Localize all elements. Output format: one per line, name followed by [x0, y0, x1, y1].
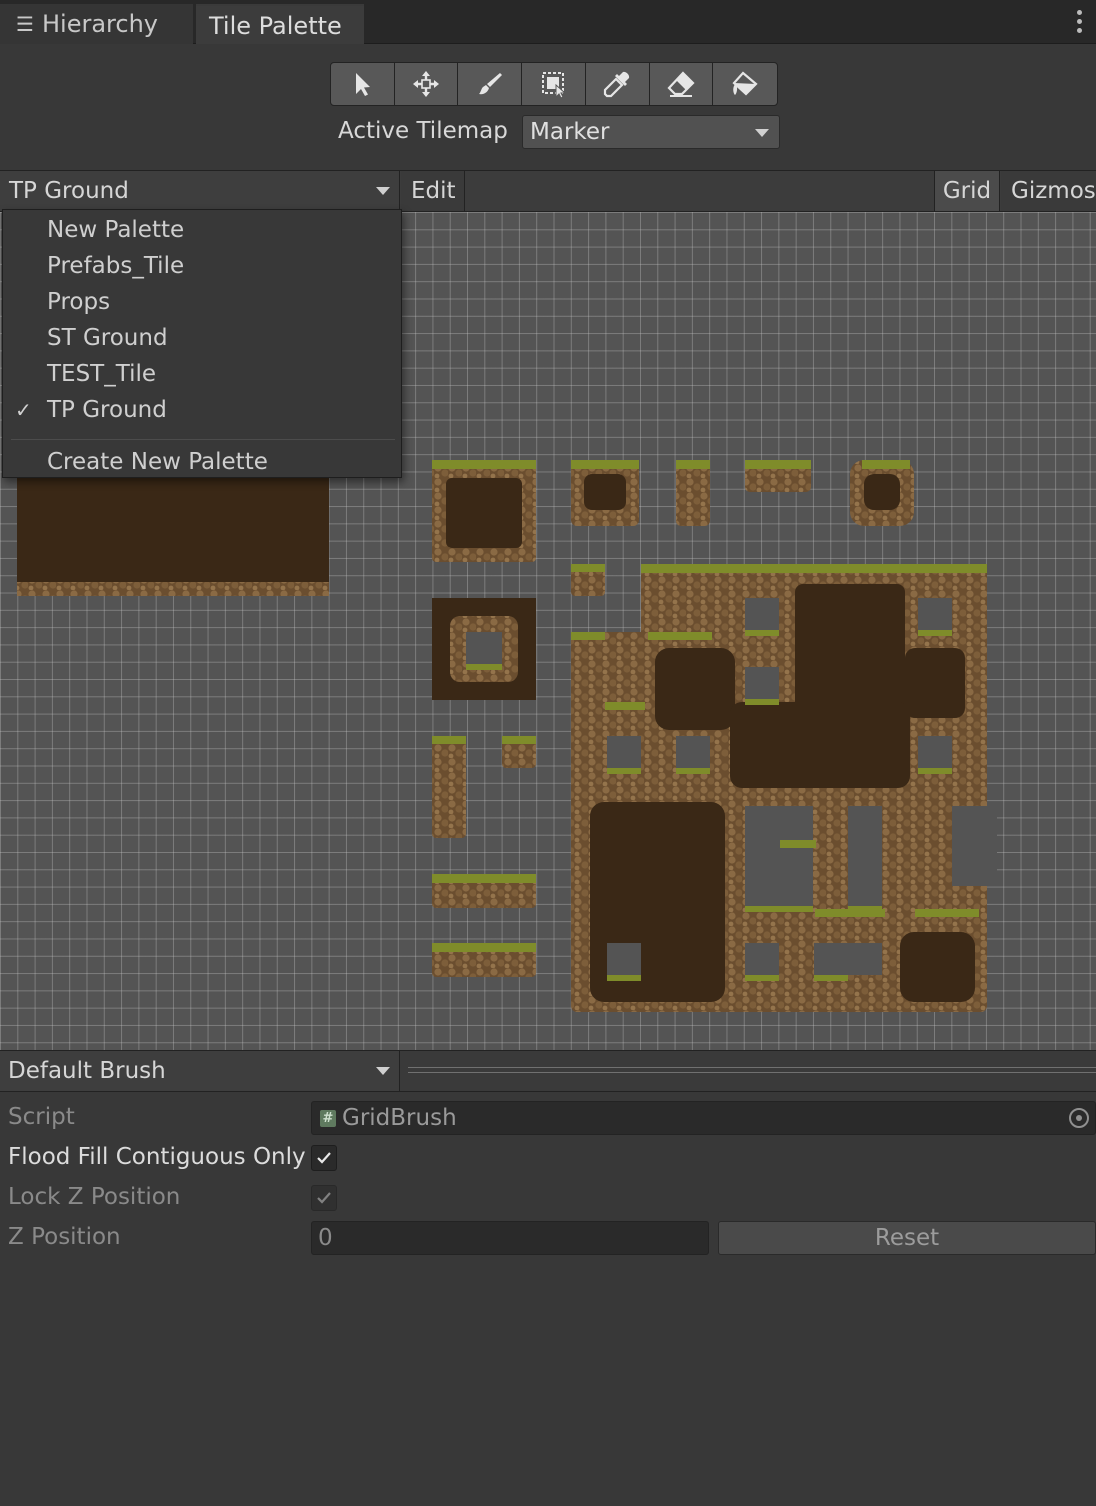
- move-icon: [413, 71, 440, 97]
- brush-selected: Default Brush: [8, 1058, 166, 1084]
- tab-hierarchy-label: Hierarchy: [42, 10, 159, 38]
- tab-hierarchy[interactable]: ☰ Hierarchy: [0, 4, 193, 44]
- menu-item-st-ground[interactable]: ST Ground: [3, 320, 401, 356]
- edit-button[interactable]: Edit: [401, 171, 465, 211]
- menu-item-tp-ground[interactable]: ✓ TP Ground: [3, 392, 401, 428]
- menu-item-test-tile[interactable]: TEST_Tile: [3, 356, 401, 392]
- tab-bar: ☰ Hierarchy Tile Palette: [0, 0, 1096, 44]
- menu-item-props[interactable]: Props: [3, 284, 401, 320]
- active-tilemap-dropdown[interactable]: Marker: [522, 115, 780, 149]
- palette-selected: TP Ground: [9, 178, 129, 204]
- reset-button[interactable]: Reset: [718, 1221, 1096, 1255]
- tiles-ring: [432, 598, 536, 700]
- checkmark-icon: [317, 1192, 331, 1204]
- picker-icon: [604, 71, 630, 98]
- script-value: GridBrush: [342, 1105, 457, 1131]
- menu-item-tp-ground-label: TP Ground: [47, 397, 167, 423]
- eraser-icon: [667, 71, 695, 97]
- script-object-field[interactable]: # GridBrush: [311, 1101, 1096, 1135]
- csharp-script-icon: #: [320, 1110, 336, 1127]
- box-fill-tool-button[interactable]: [522, 63, 586, 105]
- palette-toolbar: TP Ground Edit Grid Gizmos: [0, 170, 1096, 212]
- chevron-down-icon: [376, 1067, 390, 1075]
- active-tilemap-value: Marker: [530, 119, 610, 145]
- tab-tile-palette[interactable]: Tile Palette: [196, 4, 364, 44]
- lock-z-label: Lock Z Position: [8, 1184, 181, 1210]
- tiles-large-structure: [571, 564, 997, 1012]
- flood-fill-checkbox[interactable]: [311, 1145, 337, 1171]
- box-fill-icon: [541, 72, 566, 99]
- checkmark-icon: ✓: [15, 398, 32, 422]
- object-picker-icon[interactable]: [1069, 1108, 1089, 1128]
- tiles-columns: [432, 736, 536, 977]
- gizmos-toggle-button[interactable]: Gizmos: [1001, 171, 1096, 211]
- tiles-left-block: [17, 478, 329, 596]
- hierarchy-list-icon: ☰: [16, 12, 34, 36]
- checkmark-icon: [317, 1152, 331, 1164]
- grid-toggle-button[interactable]: Grid: [934, 171, 1000, 211]
- tool-strip: [330, 62, 778, 106]
- paint-tool-button[interactable]: [458, 63, 523, 105]
- lock-z-checkbox[interactable]: [311, 1185, 337, 1211]
- active-tilemap-label: Active Tilemap: [338, 118, 508, 144]
- eraser-tool-button[interactable]: [650, 63, 714, 105]
- brush-toolbar: Default Brush: [0, 1050, 1096, 1092]
- chevron-down-icon: [755, 129, 769, 137]
- flood-fill-icon: [732, 71, 758, 96]
- brush-dropdown[interactable]: Default Brush: [0, 1051, 400, 1091]
- paint-brush-icon: [478, 73, 502, 95]
- chevron-down-icon: [376, 187, 390, 195]
- z-position-label: Z Position: [8, 1224, 121, 1250]
- picker-tool-button[interactable]: [586, 63, 650, 105]
- move-tool-button[interactable]: [395, 63, 459, 105]
- fill-tool-button[interactable]: [713, 63, 777, 105]
- z-position-input[interactable]: 0: [311, 1221, 709, 1255]
- splitter-handle[interactable]: [408, 1067, 1096, 1068]
- menu-separator: [11, 439, 395, 440]
- menu-item-new-palette[interactable]: New Palette: [3, 212, 401, 248]
- menu-item-create-new-palette[interactable]: Create New Palette: [3, 444, 401, 480]
- flood-fill-label: Flood Fill Contiguous Only: [8, 1144, 306, 1170]
- palette-dropdown[interactable]: TP Ground: [0, 171, 400, 211]
- menu-item-prefabs-tile[interactable]: Prefabs_Tile: [3, 248, 401, 284]
- script-label: Script: [8, 1104, 75, 1130]
- tiles-small-row: [432, 460, 914, 562]
- tab-tile-palette-label: Tile Palette: [209, 12, 342, 40]
- palette-dropdown-menu: New Palette Prefabs_Tile Props ST Ground…: [2, 209, 402, 478]
- more-options-icon[interactable]: [1076, 10, 1084, 36]
- select-arrow-icon: [356, 73, 371, 96]
- splitter-handle-line: [408, 1072, 1096, 1073]
- select-tool-button[interactable]: [331, 63, 395, 105]
